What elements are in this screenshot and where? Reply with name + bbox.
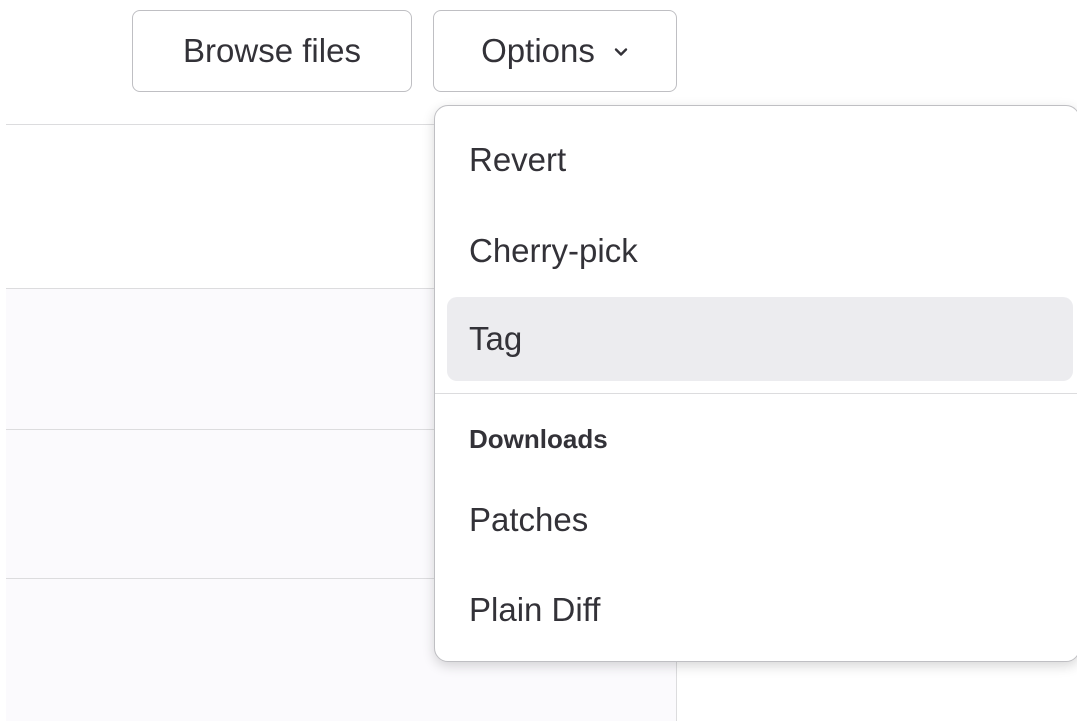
options-dropdown-button[interactable]: Options <box>433 10 677 92</box>
commit-page: Browse files Options Revert Cherry-pick … <box>0 0 1077 721</box>
options-dropdown-menu: Revert Cherry-pick Tag Downloads Patches… <box>434 105 1077 662</box>
menu-item-revert[interactable]: Revert <box>447 118 1073 202</box>
menu-item-patches[interactable]: Patches <box>447 478 1073 562</box>
menu-divider <box>435 393 1077 394</box>
menu-item-label: Cherry-pick <box>469 232 638 269</box>
menu-item-cherry-pick[interactable]: Cherry-pick <box>447 209 1073 293</box>
browse-files-label: Browse files <box>183 32 361 69</box>
menu-item-label: Revert <box>469 141 567 178</box>
menu-item-label: Plain Diff <box>469 591 601 628</box>
menu-item-label: Tag <box>469 320 523 357</box>
menu-item-plain-diff[interactable]: Plain Diff <box>447 568 1073 652</box>
options-label: Options <box>481 32 595 69</box>
menu-item-tag[interactable]: Tag <box>447 297 1073 381</box>
browse-files-button[interactable]: Browse files <box>132 10 412 92</box>
downloads-heading: Downloads <box>469 424 608 454</box>
chevron-down-icon <box>614 48 628 56</box>
menu-item-label: Patches <box>469 501 589 538</box>
